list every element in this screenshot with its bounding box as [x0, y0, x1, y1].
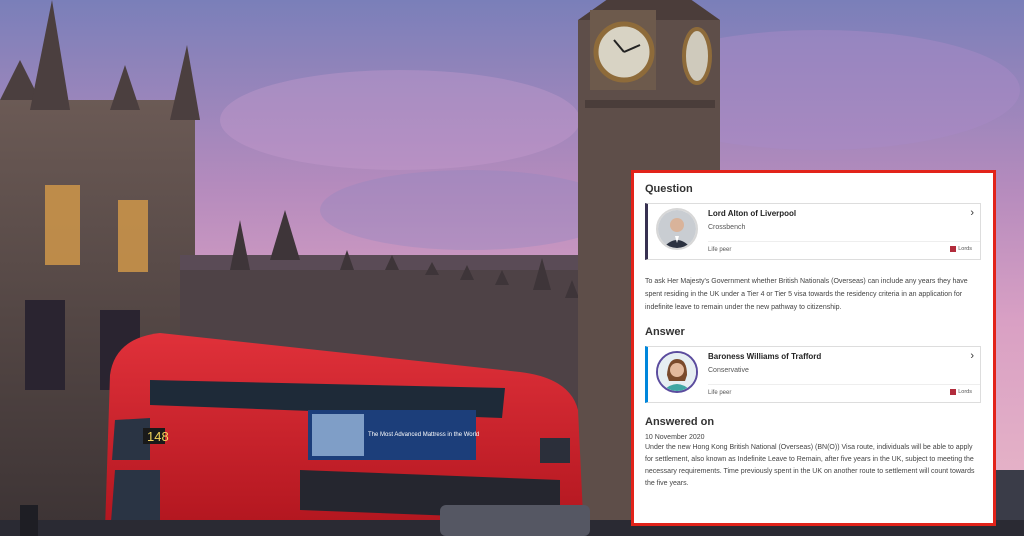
answered-on-heading: Answered on	[645, 416, 715, 428]
bus-advert-text: The Most Advanced Mattress in the World	[368, 432, 479, 438]
answerer-avatar	[656, 351, 698, 393]
chevron-right-icon[interactable]: ›	[970, 207, 974, 219]
chevron-right-icon[interactable]: ›	[970, 350, 974, 362]
lords-portcullis-icon	[950, 246, 957, 252]
member-card-divider	[708, 241, 980, 242]
written-question-card: Question Lord Alton of Liverpool Crossbe…	[631, 170, 996, 526]
asker-role: Life peer	[708, 247, 732, 253]
asker-member-card[interactable]: Lord Alton of Liverpool Crossbench Life …	[645, 203, 981, 260]
answerer-member-card[interactable]: Baroness Williams of Trafford Conservati…	[645, 346, 981, 403]
asker-house-label: Lords	[958, 246, 972, 252]
asker-house-badge: Lords	[950, 246, 972, 252]
answerer-role: Life peer	[708, 390, 732, 396]
asker-avatar	[656, 208, 698, 250]
answered-date: 10 November 2020	[645, 434, 705, 441]
answerer-house-badge: Lords	[950, 389, 972, 395]
answerer-house-label: Lords	[958, 389, 972, 395]
answerer-party: Conservative	[708, 367, 749, 374]
asker-party: Crossbench	[708, 224, 746, 231]
answer-heading: Answer	[645, 326, 685, 338]
asker-name[interactable]: Lord Alton of Liverpool	[708, 209, 796, 218]
question-heading: Question	[645, 183, 693, 195]
question-text: To ask Her Majesty's Government whether …	[645, 278, 968, 311]
member-card-divider	[708, 384, 980, 385]
answer-text: Under the new Hong Kong British National…	[645, 444, 975, 487]
bus-route-number: 148	[147, 429, 169, 444]
lords-portcullis-icon	[950, 389, 957, 395]
answerer-name[interactable]: Baroness Williams of Trafford	[708, 352, 821, 361]
